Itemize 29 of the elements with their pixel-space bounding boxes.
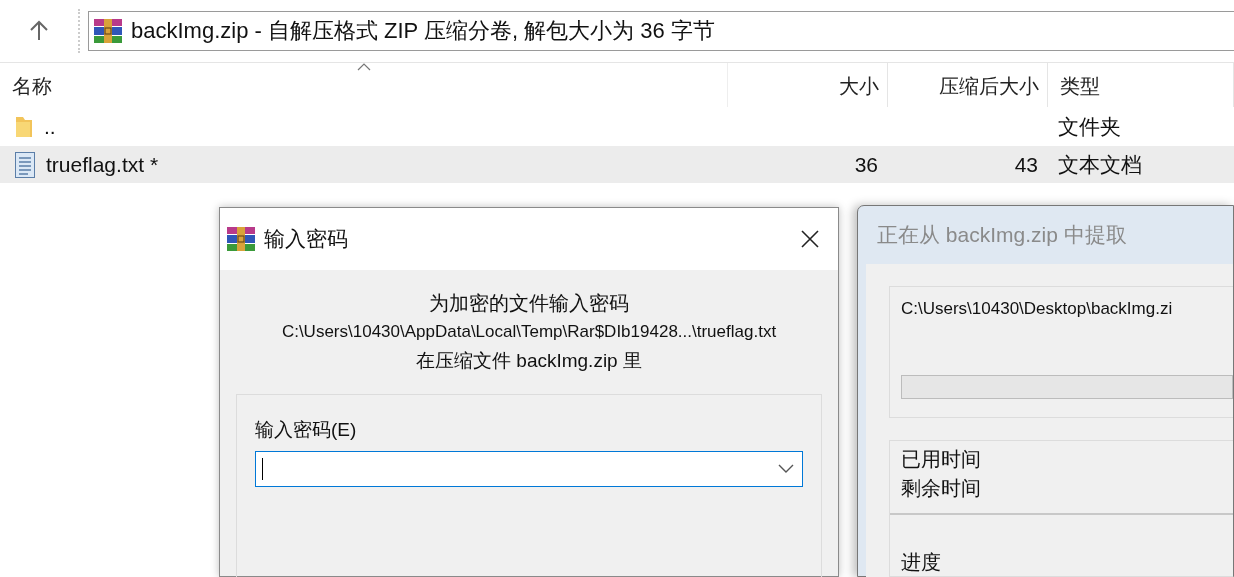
- text-file-icon: [14, 150, 36, 179]
- file-path: C:\Users\10430\Desktop\backImg.zi: [901, 299, 1173, 318]
- address-text: backImg.zip - 自解压格式 ZIP 压缩分卷, 解包大小为 36 字节: [131, 17, 715, 45]
- dropdown-chevron-icon[interactable]: [778, 464, 794, 474]
- progress-label: 进度: [901, 551, 941, 573]
- file-row[interactable]: trueflag.txt * 36 43 文本文档: [0, 146, 1234, 183]
- archive-note: 在压缩文件 backImg.zip 里: [416, 349, 642, 373]
- remaining-time-label: 剩余时间: [901, 476, 981, 501]
- dialog-title: 输入密码: [264, 226, 348, 252]
- table-cell: 36: [854, 152, 878, 177]
- table-cell-text: 文本文档: [1058, 151, 1142, 178]
- file-name: trueflag.txt *: [46, 152, 159, 177]
- text-cursor: [262, 458, 263, 480]
- sort-caret-icon: [356, 63, 371, 71]
- table-cell: 43: [1014, 152, 1038, 177]
- field-label: 输入密码(E): [255, 418, 357, 442]
- folder-icon: [14, 114, 34, 139]
- table-cell-text: 文件夹: [1058, 113, 1121, 140]
- archive-icon: [226, 226, 256, 252]
- close-icon: [800, 229, 820, 249]
- file-name: ..: [44, 114, 56, 139]
- prompt-text: 为加密的文件输入密码: [429, 291, 629, 316]
- password-field[interactable]: [255, 451, 803, 487]
- file-path: C:\Users\10430\AppData\Local\Temp\Rar$DIb19428...\trueflag.txt: [281, 321, 777, 343]
- archive-icon: [93, 18, 123, 44]
- address-field[interactable]: backImg.zip - 自解压格式 ZIP 压缩分卷, 解包大小为 36 字节: [88, 11, 1234, 51]
- up-arrow-icon: [29, 20, 49, 42]
- elapsed-time-label: 已用时间: [901, 447, 981, 472]
- dialog-title: 正在从 backImg.zip 中提取: [877, 222, 1127, 248]
